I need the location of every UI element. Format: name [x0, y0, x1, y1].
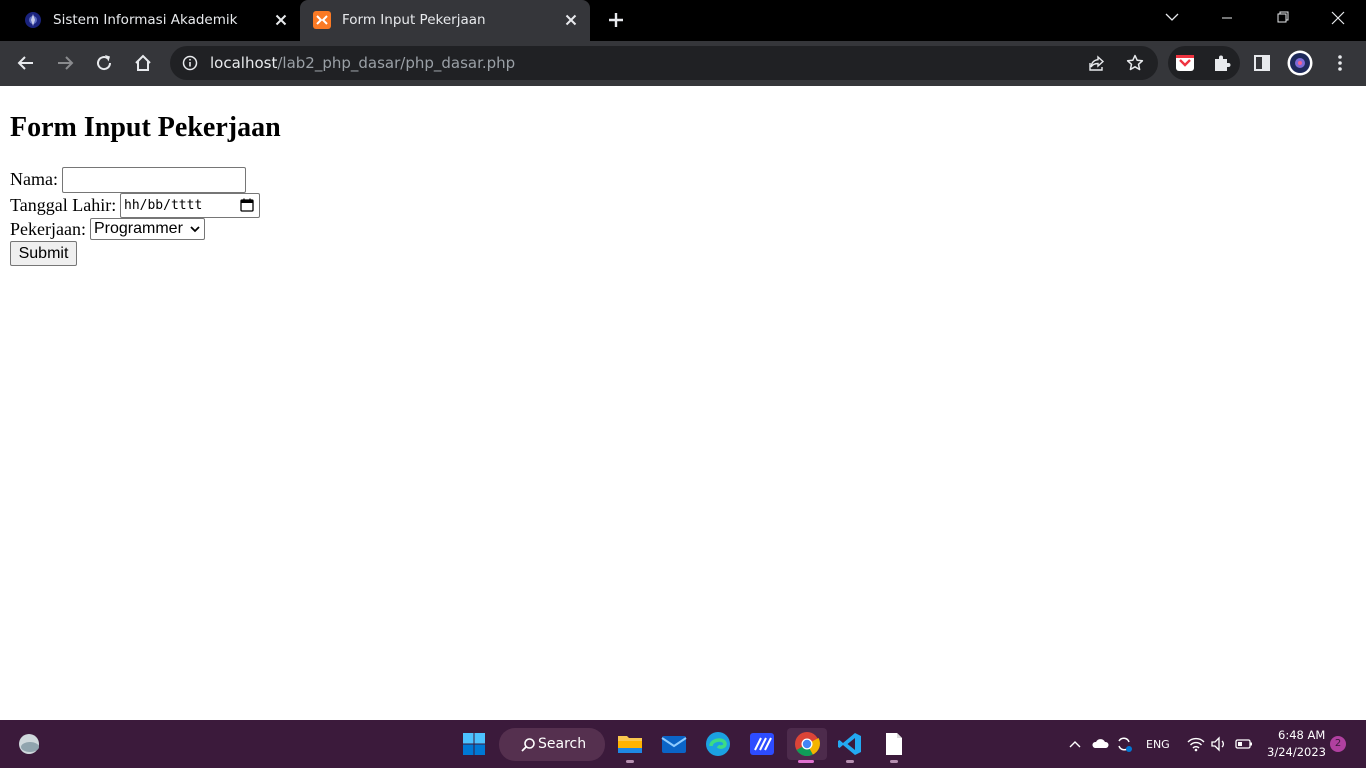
taskbar-search-button[interactable]: Search	[499, 728, 605, 761]
notification-badge[interactable]: 2	[1330, 736, 1346, 752]
new-tab-button[interactable]	[604, 8, 628, 32]
chrome-browser-icon[interactable]	[787, 728, 827, 760]
clock-date[interactable]: 3/24/2023	[1267, 745, 1326, 759]
url-host: localhost	[210, 54, 278, 72]
minimize-button[interactable]	[1204, 0, 1250, 36]
weather-icon[interactable]	[13, 728, 45, 760]
extensions-group	[1168, 46, 1240, 80]
tab-form-input-pekerjaan[interactable]: Form Input Pekerjaan	[300, 0, 590, 41]
xampp-icon	[313, 11, 331, 29]
share-icon[interactable]	[1088, 54, 1106, 72]
university-logo-icon	[25, 12, 41, 28]
volume-icon[interactable]	[1210, 736, 1228, 752]
tab-title: Sistem Informasi Akademik	[53, 12, 238, 28]
nama-label: Nama:	[10, 169, 58, 189]
search-icon	[521, 738, 535, 752]
file-explorer-icon[interactable]	[614, 728, 646, 760]
restore-button[interactable]	[1260, 0, 1306, 36]
tanggal-lahir-label: Tanggal Lahir:	[10, 195, 117, 215]
side-panel-button[interactable]	[1249, 50, 1275, 76]
browser-toolbar: localhost/lab2_php_dasar/php_dasar.php	[0, 41, 1366, 86]
chevron-up-icon[interactable]	[1068, 737, 1082, 751]
profile-avatar[interactable]	[1287, 50, 1313, 76]
search-label: Search	[538, 736, 587, 752]
clock-time[interactable]: 6:48 AM	[1278, 728, 1325, 742]
pekerjaan-select[interactable]: Programmer	[90, 218, 205, 240]
onedrive-cloud-icon[interactable]	[1091, 736, 1109, 750]
notepad-file-icon[interactable]	[878, 728, 910, 760]
running-indicator	[890, 760, 898, 763]
extensions-puzzle-icon[interactable]	[1212, 53, 1232, 73]
close-tab-icon[interactable]	[272, 11, 290, 29]
pekerjaan-label: Pekerjaan:	[10, 219, 86, 239]
menu-kebab-icon[interactable]	[1327, 50, 1353, 76]
mail-icon[interactable]	[658, 728, 690, 760]
select-value: Programmer	[94, 220, 183, 237]
address-bar[interactable]: localhost/lab2_php_dasar/php_dasar.php	[170, 46, 1158, 80]
reload-button[interactable]	[91, 50, 117, 76]
vscode-icon[interactable]	[834, 728, 866, 760]
tab-strip: Sistem Informasi Akademik Form Input Pek…	[0, 0, 1366, 41]
url-text: localhost/lab2_php_dasar/php_dasar.php	[210, 54, 515, 72]
windows-taskbar: Search ENG 6:48 AM 3/24/2023 2	[0, 720, 1366, 768]
submit-button[interactable]: Submit	[10, 241, 77, 266]
url-path: /lab2_php_dasar/php_dasar.php	[277, 54, 516, 72]
edge-browser-icon[interactable]	[702, 728, 734, 760]
close-window-button[interactable]	[1315, 0, 1361, 36]
calendar-icon[interactable]	[240, 198, 254, 212]
page-content: Form Input Pekerjaan Nama: Tanggal Lahir…	[0, 86, 1366, 720]
page-title: Form Input Pekerjaan	[10, 112, 281, 143]
bookmark-star-icon[interactable]	[1126, 54, 1144, 72]
tab-sistem-informasi[interactable]: Sistem Informasi Akademik	[0, 0, 300, 41]
wifi-icon[interactable]	[1187, 736, 1205, 752]
start-windows-icon[interactable]	[458, 728, 490, 760]
nama-input[interactable]	[62, 167, 246, 193]
chevron-down-icon	[190, 226, 200, 233]
forward-button[interactable]	[52, 50, 78, 76]
language-indicator[interactable]: ENG	[1146, 738, 1170, 751]
tanggal-lahir-input[interactable]: hh/bb/tttt	[120, 193, 260, 218]
battery-icon[interactable]	[1234, 736, 1254, 752]
running-indicator	[626, 760, 634, 763]
anydesk-icon[interactable]	[746, 728, 778, 760]
close-tab-icon[interactable]	[562, 11, 580, 29]
info-icon[interactable]	[182, 55, 198, 71]
sync-icon[interactable]	[1115, 735, 1133, 753]
running-indicator	[846, 760, 854, 763]
active-indicator	[798, 760, 814, 763]
tab-title: Form Input Pekerjaan	[342, 12, 486, 28]
tab-search-button[interactable]	[1149, 0, 1195, 36]
pocket-extension-icon[interactable]	[1175, 53, 1195, 73]
back-button[interactable]	[13, 50, 39, 76]
home-button[interactable]	[130, 50, 156, 76]
date-placeholder: hh/bb/tttt	[124, 198, 203, 213]
